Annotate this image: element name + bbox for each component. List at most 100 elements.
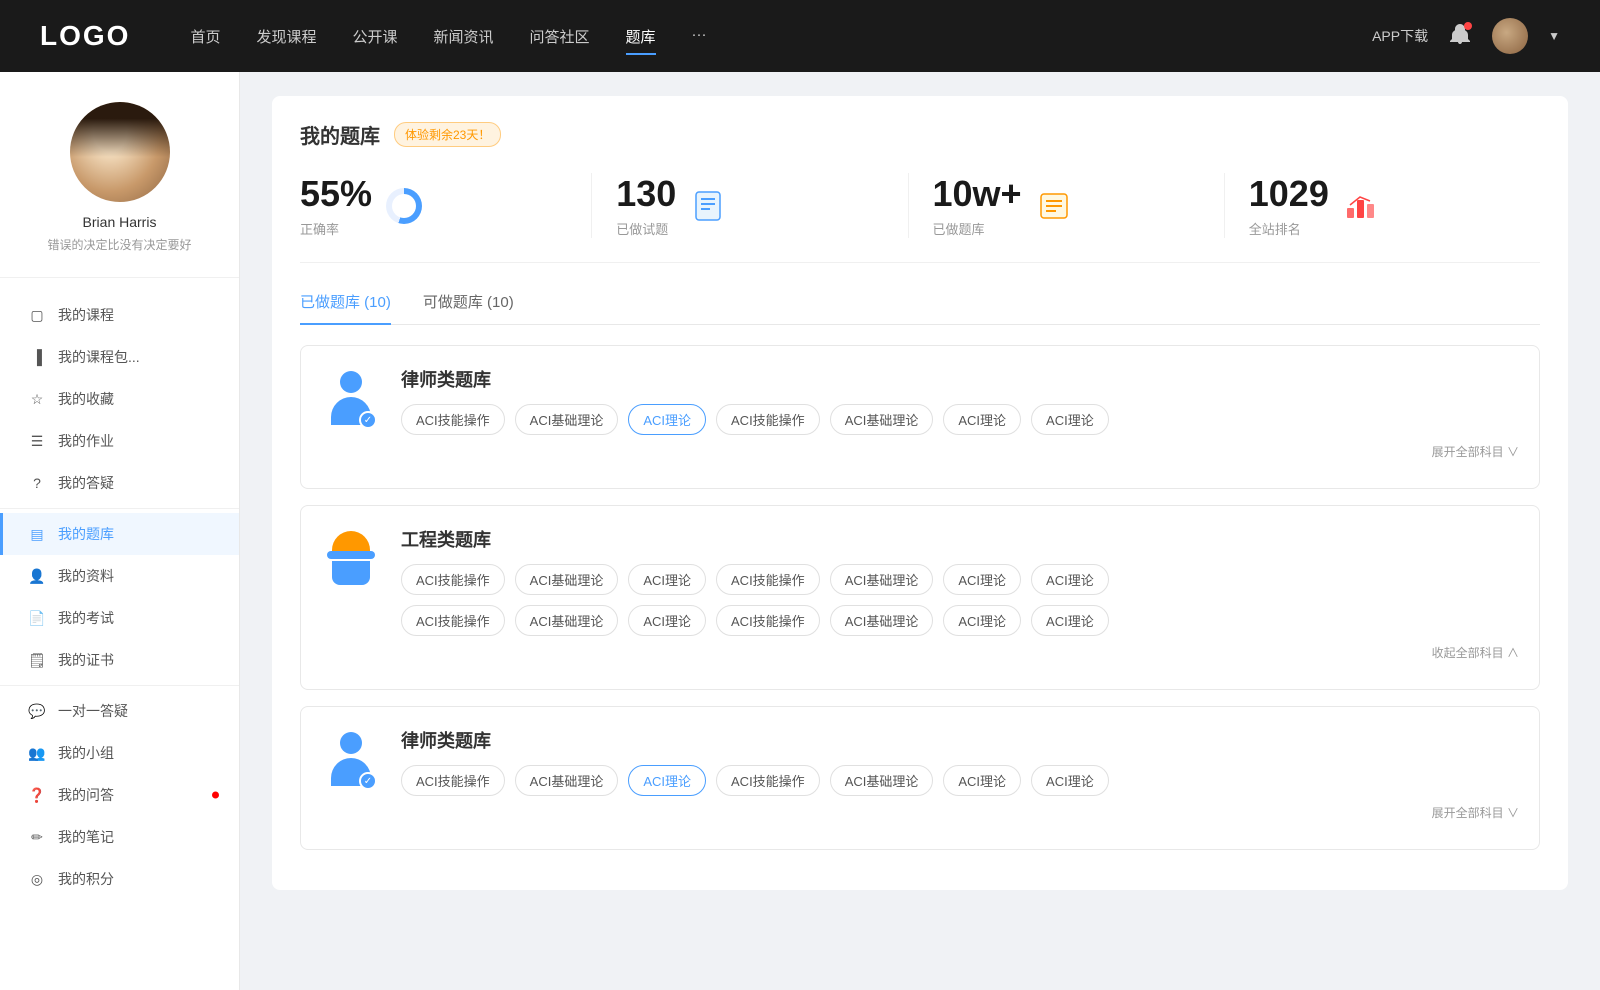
notification-dot [1464, 22, 1472, 30]
tag-3-6[interactable]: ACI理论 [1031, 765, 1109, 796]
sidebar-item-question-bank[interactable]: ▤ 我的题库 [0, 513, 239, 555]
group-icon: 👥 [28, 744, 46, 762]
tag-3-2[interactable]: ACI理论 [628, 765, 706, 796]
stat-accuracy-content: 55% 正确率 [300, 173, 372, 238]
sidebar-item-courses[interactable]: ▢ 我的课程 [0, 294, 239, 336]
notification-bell[interactable] [1448, 22, 1472, 51]
person-check-1: ✓ [359, 411, 377, 429]
logo[interactable]: LOGO [40, 20, 130, 52]
nav-home[interactable]: 首页 [190, 22, 220, 51]
nav-open-course[interactable]: 公开课 [352, 22, 397, 51]
sidebar-item-favorites[interactable]: ☆ 我的收藏 [0, 378, 239, 420]
bank-section-1-title: 律师类题库 [401, 366, 1519, 392]
expand-link-3[interactable]: 展开全部科目 ∨ [401, 796, 1519, 821]
done-questions-icon [690, 188, 726, 224]
user-chevron-icon[interactable]: ▼ [1548, 29, 1560, 43]
tag-3-4[interactable]: ACI基础理论 [830, 765, 934, 796]
tag-2-10[interactable]: ACI技能操作 [716, 605, 820, 636]
bank-section-1-header: ✓ 律师类题库 ACI技能操作 ACI基础理论 ACI理论 ACI技能操作 AC… [321, 366, 1519, 460]
courses-icon: ▢ [28, 306, 46, 324]
sidebar-item-notes[interactable]: ✏ 我的笔记 [0, 816, 239, 858]
tag-1-5[interactable]: ACI理论 [943, 404, 1021, 435]
sidebar-item-exam[interactable]: 📄 我的考试 [0, 597, 239, 639]
tab-done-banks[interactable]: 已做题库 (10) [300, 291, 391, 324]
app-download-button[interactable]: APP下载 [1372, 26, 1428, 46]
nav-news[interactable]: 新闻资讯 [434, 22, 494, 51]
certificate-icon: 🗒 [28, 651, 46, 669]
tag-1-4[interactable]: ACI基础理论 [830, 404, 934, 435]
points-icon: ◎ [28, 870, 46, 888]
tag-2-2[interactable]: ACI理论 [628, 564, 706, 595]
nav-discover[interactable]: 发现课程 [256, 22, 316, 51]
tabs: 已做题库 (10) 可做题库 (10) [300, 291, 1540, 325]
exam-icon: 📄 [28, 609, 46, 627]
bank-section-1-tags: 律师类题库 ACI技能操作 ACI基础理论 ACI理论 ACI技能操作 ACI基… [401, 366, 1519, 460]
tag-1-3[interactable]: ACI技能操作 [716, 404, 820, 435]
tag-1-1[interactable]: ACI基础理论 [515, 404, 619, 435]
sidebar-item-qa[interactable]: ? 我的答疑 [0, 462, 239, 504]
stat-done-questions-number: 130 [616, 173, 676, 215]
bank-section-3-title: 律师类题库 [401, 727, 1519, 753]
divider-2 [0, 685, 239, 686]
question-bank-icon: ▤ [28, 525, 46, 543]
sidebar-item-profile[interactable]: 👤 我的资料 [0, 555, 239, 597]
trial-badge: 体验剩余23天！ [394, 122, 501, 147]
stat-done-banks-label: 已做题库 [933, 219, 1022, 238]
tag-2-12[interactable]: ACI理论 [943, 605, 1021, 636]
sidebar-item-homework[interactable]: ☰ 我的作业 [0, 420, 239, 462]
tag-1-2[interactable]: ACI理论 [628, 404, 706, 435]
sidebar-item-group[interactable]: 👥 我的小组 [0, 732, 239, 774]
homework-icon: ☰ [28, 432, 46, 450]
navbar: LOGO 首页 发现课程 公开课 新闻资讯 问答社区 题库 ··· APP下载 … [0, 0, 1600, 72]
tag-2-8[interactable]: ACI基础理论 [515, 605, 619, 636]
sidebar-item-certificate[interactable]: 🗒 我的证书 [0, 639, 239, 681]
tag-1-6[interactable]: ACI理论 [1031, 404, 1109, 435]
accuracy-pie-chart [386, 188, 422, 224]
tab-available-banks[interactable]: 可做题库 (10) [423, 291, 514, 324]
tag-2-6[interactable]: ACI理论 [1031, 564, 1109, 595]
tag-2-3[interactable]: ACI技能操作 [716, 564, 820, 595]
tag-2-7[interactable]: ACI技能操作 [401, 605, 505, 636]
navbar-links: 首页 发现课程 公开课 新闻资讯 问答社区 题库 ··· [190, 22, 1372, 51]
tag-1-0[interactable]: ACI技能操作 [401, 404, 505, 435]
collapse-link-2[interactable]: 收起全部科目 ∧ [401, 636, 1519, 661]
nav-more[interactable]: ··· [692, 22, 707, 51]
notes-icon: ✏ [28, 828, 46, 846]
tag-3-3[interactable]: ACI技能操作 [716, 765, 820, 796]
stat-done-banks-content: 10w+ 已做题库 [933, 173, 1022, 238]
tag-3-5[interactable]: ACI理论 [943, 765, 1021, 796]
sidebar-item-my-qa[interactable]: ❓ 我的问答 [0, 774, 239, 816]
tag-2-13[interactable]: ACI理论 [1031, 605, 1109, 636]
stat-done-questions: 130 已做试题 [592, 173, 908, 238]
sidebar-profile: Brian Harris 错误的决定比没有决定要好 [0, 102, 239, 278]
sidebar-username: Brian Harris [83, 214, 157, 230]
avatar-image [70, 102, 170, 202]
stat-ranking-number: 1029 [1249, 173, 1329, 215]
expand-link-1[interactable]: 展开全部科目 ∨ [401, 435, 1519, 460]
stat-accuracy: 55% 正确率 [300, 173, 592, 238]
person-head-3 [340, 732, 362, 754]
tag-2-4[interactable]: ACI基础理论 [830, 564, 934, 595]
tag-3-0[interactable]: ACI技能操作 [401, 765, 505, 796]
profile-icon: 👤 [28, 567, 46, 585]
sidebar-item-course-packages[interactable]: ▐ 我的课程包... [0, 336, 239, 378]
tag-2-5[interactable]: ACI理论 [943, 564, 1021, 595]
tag-2-0[interactable]: ACI技能操作 [401, 564, 505, 595]
bank-section-3-header: ✓ 律师类题库 ACI技能操作 ACI基础理论 ACI理论 ACI技能操作 AC… [321, 727, 1519, 821]
tag-2-11[interactable]: ACI基础理论 [830, 605, 934, 636]
bank-section-engineer: 工程类题库 ACI技能操作 ACI基础理论 ACI理论 ACI技能操作 ACI基… [300, 505, 1540, 690]
engineer-icon [321, 526, 381, 596]
sidebar-motto: 错误的决定比没有决定要好 [47, 236, 191, 253]
main-content: 我的题库 体验剩余23天！ 55% 正确率 130 已做试题 [240, 72, 1600, 990]
tag-3-1[interactable]: ACI基础理论 [515, 765, 619, 796]
tag-2-1[interactable]: ACI基础理论 [515, 564, 619, 595]
nav-questions[interactable]: 题库 [626, 22, 656, 51]
tag-2-9[interactable]: ACI理论 [628, 605, 706, 636]
sidebar-item-points[interactable]: ◎ 我的积分 [0, 858, 239, 900]
stat-ranking-label: 全站排名 [1249, 219, 1329, 238]
nav-qa[interactable]: 问答社区 [530, 22, 590, 51]
bank-section-2-title: 工程类题库 [401, 526, 1519, 552]
sidebar-item-1on1[interactable]: 💬 一对一答疑 [0, 690, 239, 732]
stat-accuracy-label: 正确率 [300, 219, 372, 238]
user-avatar[interactable] [1492, 18, 1528, 54]
